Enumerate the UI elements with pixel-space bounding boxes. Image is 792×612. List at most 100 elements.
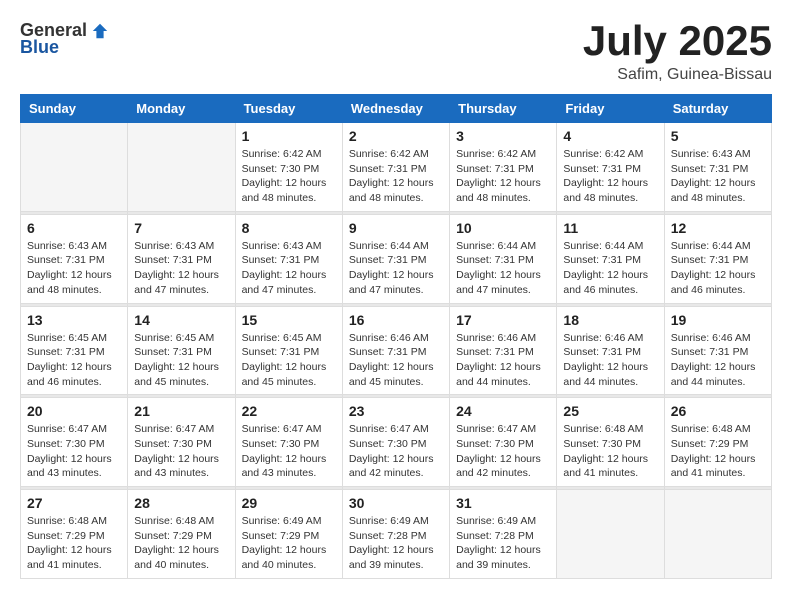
day-number: 23 <box>349 403 443 419</box>
day-number: 7 <box>134 220 228 236</box>
calendar-day-cell: 9 Sunrise: 6:44 AMSunset: 7:31 PMDaylight… <box>342 214 449 303</box>
calendar-day-cell: 1Sunrise: 6:42 AMSunset: 7:30 PMDaylight… <box>235 123 342 212</box>
day-detail: Sunrise: 6:47 AMSunset: 7:30 PMDaylight:… <box>27 422 121 481</box>
page-header: General Blue July 2025 Safim, Guinea-Bis… <box>20 20 772 84</box>
day-detail: Sunrise: 6:49 AMSunset: 7:28 PMDaylight:… <box>349 514 443 573</box>
day-number: 17 <box>456 312 550 328</box>
day-number: 19 <box>671 312 765 328</box>
day-number: 21 <box>134 403 228 419</box>
day-detail: Sunrise: 6:43 AMSunset: 7:31 PMDaylight:… <box>27 239 121 298</box>
day-number: 15 <box>242 312 336 328</box>
calendar-day-cell: 8 Sunrise: 6:43 AMSunset: 7:31 PMDaylight… <box>235 214 342 303</box>
day-detail: Sunrise: 6:48 AMSunset: 7:30 PMDaylight:… <box>563 422 657 481</box>
day-detail: Sunrise: 6:43 AMSunset: 7:31 PMDaylight:… <box>242 239 336 298</box>
day-number: 12 <box>671 220 765 236</box>
calendar-day-cell <box>21 123 128 212</box>
calendar-day-cell: 12 Sunrise: 6:44 AMSunset: 7:31 PMDayligh… <box>664 214 771 303</box>
calendar-header-row: SundayMondayTuesdayWednesdayThursdayFrid… <box>21 95 772 123</box>
calendar-day-cell: 23 Sunrise: 6:47 AMSunset: 7:30 PMDayligh… <box>342 398 449 487</box>
weekday-header: Thursday <box>450 95 557 123</box>
day-detail: Sunrise: 6:45 AMSunset: 7:31 PMDaylight:… <box>27 331 121 390</box>
calendar-day-cell: 22Sunrise: 6:47 AMSunset: 7:30 PMDayligh… <box>235 398 342 487</box>
calendar-week-row: 13 Sunrise: 6:45 AMSunset: 7:31 PMDayligh… <box>21 306 772 395</box>
calendar-day-cell: 20 Sunrise: 6:47 AMSunset: 7:30 PMDayligh… <box>21 398 128 487</box>
calendar-day-cell: 2 Sunrise: 6:42 AMSunset: 7:31 PMDaylight… <box>342 123 449 212</box>
day-number: 9 <box>349 220 443 236</box>
day-number: 29 <box>242 495 336 511</box>
day-number: 25 <box>563 403 657 419</box>
day-detail: Sunrise: 6:45 AMSunset: 7:31 PMDaylight:… <box>242 331 336 390</box>
calendar-day-cell: 3 Sunrise: 6:42 AMSunset: 7:31 PMDaylight… <box>450 123 557 212</box>
day-detail: Sunrise: 6:44 AMSunset: 7:31 PMDaylight:… <box>563 239 657 298</box>
calendar-day-cell: 27Sunrise: 6:48 AMSunset: 7:29 PMDayligh… <box>21 490 128 579</box>
day-detail: Sunrise: 6:49 AMSunset: 7:29 PMDaylight:… <box>242 514 336 573</box>
calendar-day-cell: 26 Sunrise: 6:48 AMSunset: 7:29 PMDayligh… <box>664 398 771 487</box>
calendar-day-cell: 4 Sunrise: 6:42 AMSunset: 7:31 PMDaylight… <box>557 123 664 212</box>
day-number: 27 <box>27 495 121 511</box>
day-detail: Sunrise: 6:44 AMSunset: 7:31 PMDaylight:… <box>671 239 765 298</box>
day-detail: Sunrise: 6:42 AMSunset: 7:31 PMDaylight:… <box>563 147 657 206</box>
day-number: 3 <box>456 128 550 144</box>
day-number: 5 <box>671 128 765 144</box>
calendar-day-cell: 28Sunrise: 6:48 AMSunset: 7:29 PMDayligh… <box>128 490 235 579</box>
day-number: 2 <box>349 128 443 144</box>
calendar-day-cell: 18 Sunrise: 6:46 AMSunset: 7:31 PMDayligh… <box>557 306 664 395</box>
day-number: 26 <box>671 403 765 419</box>
calendar-day-cell: 5 Sunrise: 6:43 AMSunset: 7:31 PMDaylight… <box>664 123 771 212</box>
weekday-header: Monday <box>128 95 235 123</box>
day-number: 18 <box>563 312 657 328</box>
logo: General Blue <box>20 20 109 58</box>
month-title: July 2025 <box>583 20 772 62</box>
day-number: 16 <box>349 312 443 328</box>
calendar-day-cell <box>557 490 664 579</box>
calendar-day-cell: 31Sunrise: 6:49 AMSunset: 7:28 PMDayligh… <box>450 490 557 579</box>
day-number: 22 <box>242 403 336 419</box>
calendar-day-cell: 21 Sunrise: 6:47 AMSunset: 7:30 PMDayligh… <box>128 398 235 487</box>
day-detail: Sunrise: 6:46 AMSunset: 7:31 PMDaylight:… <box>563 331 657 390</box>
day-detail: Sunrise: 6:43 AMSunset: 7:31 PMDaylight:… <box>671 147 765 206</box>
day-detail: Sunrise: 6:47 AMSunset: 7:30 PMDaylight:… <box>456 422 550 481</box>
weekday-header: Wednesday <box>342 95 449 123</box>
calendar-table: SundayMondayTuesdayWednesdayThursdayFrid… <box>20 94 772 579</box>
day-number: 8 <box>242 220 336 236</box>
calendar-day-cell: 10 Sunrise: 6:44 AMSunset: 7:31 PMDayligh… <box>450 214 557 303</box>
day-detail: Sunrise: 6:46 AMSunset: 7:31 PMDaylight:… <box>349 331 443 390</box>
calendar-day-cell: 30 Sunrise: 6:49 AMSunset: 7:28 PMDayligh… <box>342 490 449 579</box>
day-number: 6 <box>27 220 121 236</box>
calendar-day-cell: 24 Sunrise: 6:47 AMSunset: 7:30 PMDayligh… <box>450 398 557 487</box>
calendar-week-row: 1Sunrise: 6:42 AMSunset: 7:30 PMDaylight… <box>21 123 772 212</box>
day-detail: Sunrise: 6:42 AMSunset: 7:31 PMDaylight:… <box>456 147 550 206</box>
day-number: 11 <box>563 220 657 236</box>
day-number: 20 <box>27 403 121 419</box>
calendar-week-row: 27Sunrise: 6:48 AMSunset: 7:29 PMDayligh… <box>21 490 772 579</box>
calendar-day-cell: 25 Sunrise: 6:48 AMSunset: 7:30 PMDayligh… <box>557 398 664 487</box>
calendar-day-cell <box>664 490 771 579</box>
calendar-day-cell: 13 Sunrise: 6:45 AMSunset: 7:31 PMDayligh… <box>21 306 128 395</box>
day-detail: Sunrise: 6:44 AMSunset: 7:31 PMDaylight:… <box>349 239 443 298</box>
calendar-day-cell: 19 Sunrise: 6:46 AMSunset: 7:31 PMDayligh… <box>664 306 771 395</box>
day-detail: Sunrise: 6:47 AMSunset: 7:30 PMDaylight:… <box>349 422 443 481</box>
day-number: 28 <box>134 495 228 511</box>
calendar-day-cell: 7 Sunrise: 6:43 AMSunset: 7:31 PMDaylight… <box>128 214 235 303</box>
logo-icon <box>91 22 109 40</box>
location-subtitle: Safim, Guinea-Bissau <box>583 66 772 84</box>
calendar-week-row: 20 Sunrise: 6:47 AMSunset: 7:30 PMDayligh… <box>21 398 772 487</box>
weekday-header: Sunday <box>21 95 128 123</box>
day-detail: Sunrise: 6:46 AMSunset: 7:31 PMDaylight:… <box>671 331 765 390</box>
day-detail: Sunrise: 6:49 AMSunset: 7:28 PMDaylight:… <box>456 514 550 573</box>
day-detail: Sunrise: 6:48 AMSunset: 7:29 PMDaylight:… <box>671 422 765 481</box>
day-number: 24 <box>456 403 550 419</box>
day-number: 13 <box>27 312 121 328</box>
calendar-week-row: 6 Sunrise: 6:43 AMSunset: 7:31 PMDaylight… <box>21 214 772 303</box>
day-detail: Sunrise: 6:43 AMSunset: 7:31 PMDaylight:… <box>134 239 228 298</box>
day-number: 10 <box>456 220 550 236</box>
day-number: 30 <box>349 495 443 511</box>
day-detail: Sunrise: 6:47 AMSunset: 7:30 PMDaylight:… <box>134 422 228 481</box>
day-detail: Sunrise: 6:44 AMSunset: 7:31 PMDaylight:… <box>456 239 550 298</box>
day-detail: Sunrise: 6:42 AMSunset: 7:31 PMDaylight:… <box>349 147 443 206</box>
day-number: 4 <box>563 128 657 144</box>
weekday-header: Tuesday <box>235 95 342 123</box>
calendar-day-cell: 16 Sunrise: 6:46 AMSunset: 7:31 PMDayligh… <box>342 306 449 395</box>
calendar-day-cell: 17Sunrise: 6:46 AMSunset: 7:31 PMDayligh… <box>450 306 557 395</box>
logo-blue-text: Blue <box>20 37 59 58</box>
